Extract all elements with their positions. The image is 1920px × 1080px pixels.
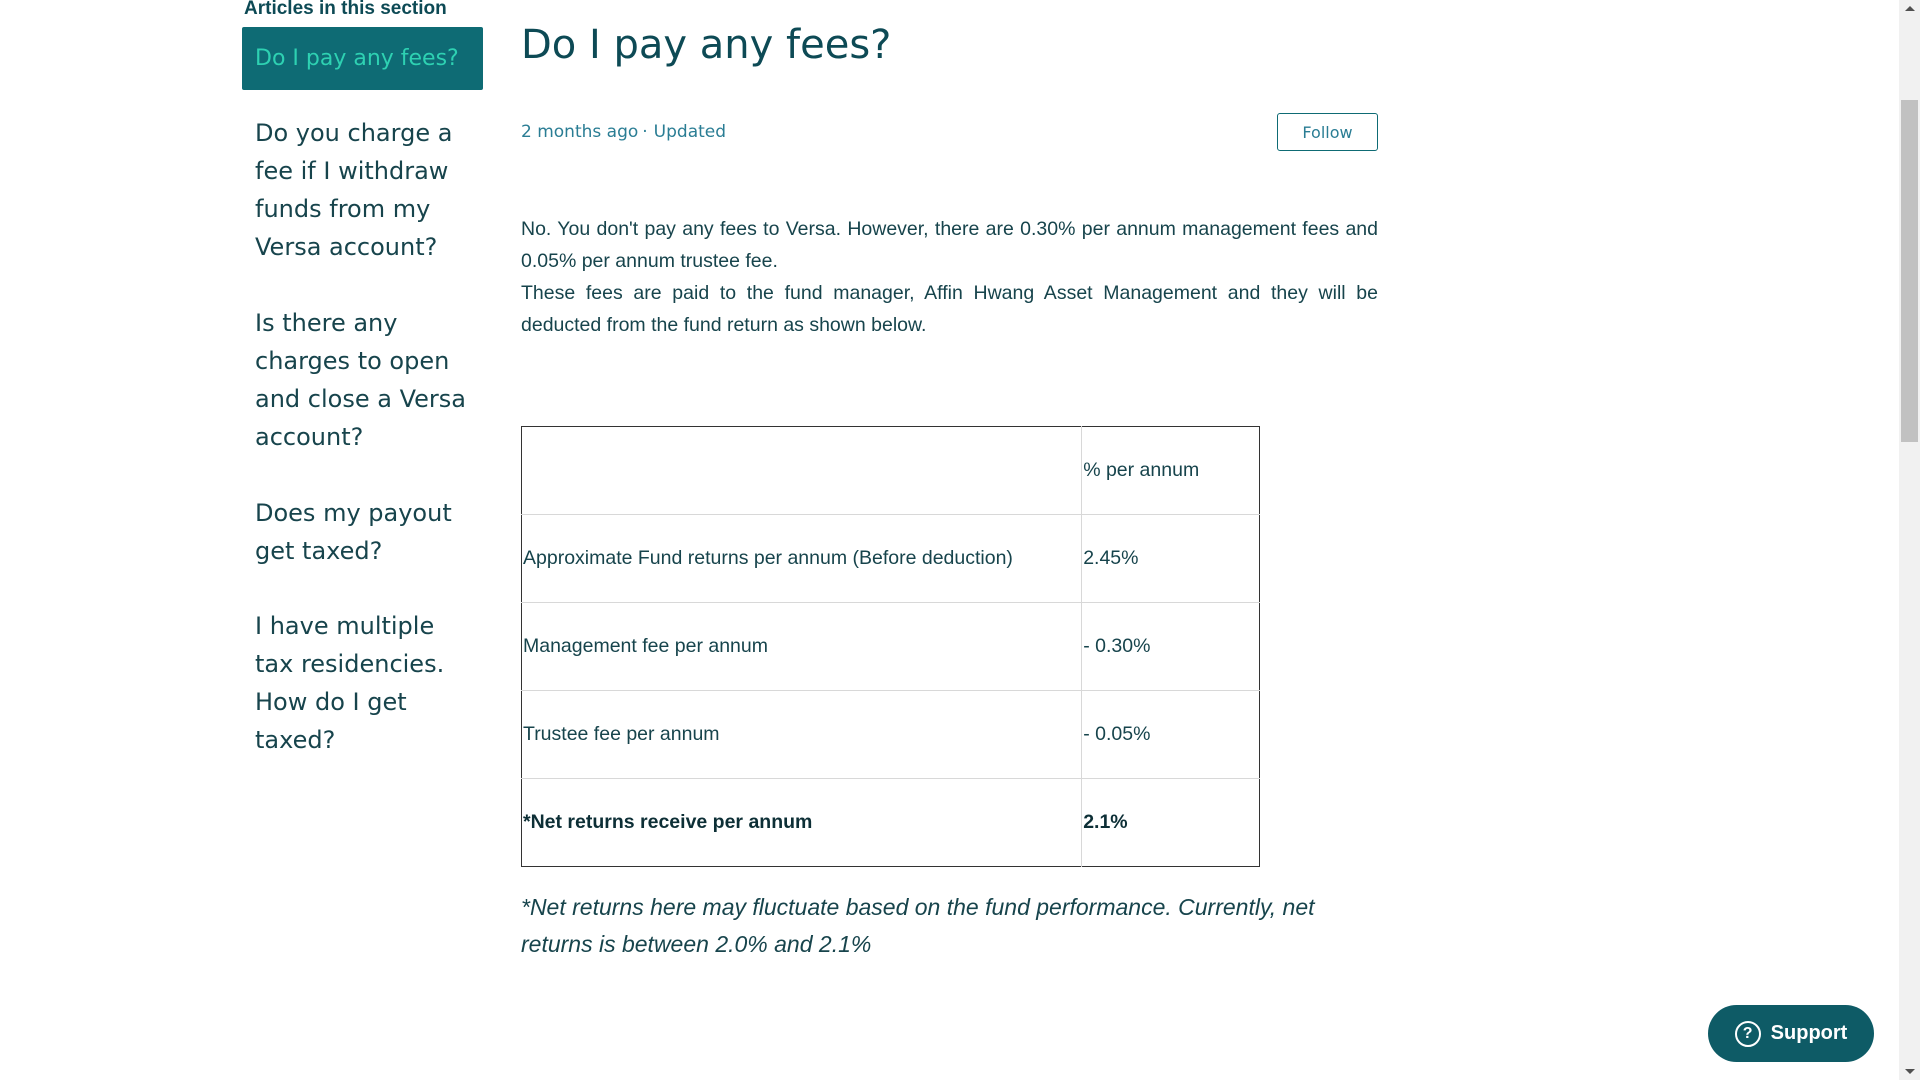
vertical-scrollbar[interactable] — [1899, 0, 1920, 1080]
article-meta: 2 months ago · Updated — [521, 122, 726, 142]
table-cell: 2.1% — [1083, 811, 1128, 833]
table-row: Approximate Fund returns per annum (Befo… — [521, 514, 1260, 603]
article-status: Updated — [653, 122, 727, 142]
body-paragraph: These fees are paid to the fund manager,… — [521, 282, 1378, 336]
body-paragraph: No. You don't pay any fees to Versa. How… — [521, 218, 1378, 272]
table-row-total: *Net returns receive per annum 2.1% — [521, 778, 1260, 867]
scroll-up-arrow[interactable] — [1899, 0, 1920, 17]
table-cell: - 0.05% — [1081, 690, 1260, 779]
sidebar-item-multiple-tax-residencies[interactable]: I have multiple tax residencies. How do … — [255, 607, 477, 759]
arrow-down-icon — [1904, 1069, 1915, 1074]
table-cell: Approximate Fund returns per annum (Befo… — [521, 514, 1083, 603]
article-time: 2 months ago — [521, 122, 639, 142]
table-header-row: % per annum — [521, 426, 1260, 515]
table-row: Trustee fee per annum - 0.05% — [521, 690, 1260, 779]
table-cell: Management fee per annum — [521, 602, 1083, 691]
fee-table: % per annum Approximate Fund returns per… — [521, 426, 1260, 867]
table-row: Management fee per annum - 0.30% — [521, 602, 1260, 691]
table-header-cell — [521, 426, 1083, 515]
sidebar-item-withdraw-fee[interactable]: Do you charge a fee if I withdraw funds … — [255, 114, 477, 266]
sidebar-item-do-i-pay-any-fees[interactable]: Do I pay any fees? — [242, 27, 483, 90]
page: Articles in this section Do I pay any fe… — [0, 0, 1920, 1080]
footnote: *Net returns here may fluctuate based on… — [521, 894, 1315, 957]
arrow-up-icon — [1904, 6, 1915, 11]
table-cell: Trustee fee per annum — [521, 690, 1083, 779]
table-header-cell: % per annum — [1081, 426, 1260, 515]
scrollbar-thumb[interactable] — [1901, 100, 1918, 442]
sidebar-item-payout-taxed[interactable]: Does my payout get taxed? — [255, 494, 477, 570]
support-label: Support — [1770, 1022, 1848, 1044]
meta-separator: · — [642, 122, 648, 142]
table-cell: - 0.30% — [1081, 602, 1260, 691]
table-cell: *Net returns receive per annum — [521, 778, 1083, 867]
sidebar-item-open-close-charges[interactable]: Is there any charges to open and close a… — [255, 304, 477, 456]
support-button[interactable]: ? Support — [1708, 1005, 1874, 1062]
table-cell: 2.45% — [1081, 514, 1260, 603]
follow-button[interactable]: Follow — [1277, 113, 1378, 151]
article-title: Do I pay any fees? — [521, 22, 892, 68]
sidebar-heading: Articles in this section — [244, 0, 447, 19]
article-body: No. You don't pay any fees to Versa. How… — [521, 213, 1378, 341]
help-circle-icon: ? — [1734, 1020, 1761, 1047]
scroll-down-arrow[interactable] — [1899, 1063, 1920, 1080]
